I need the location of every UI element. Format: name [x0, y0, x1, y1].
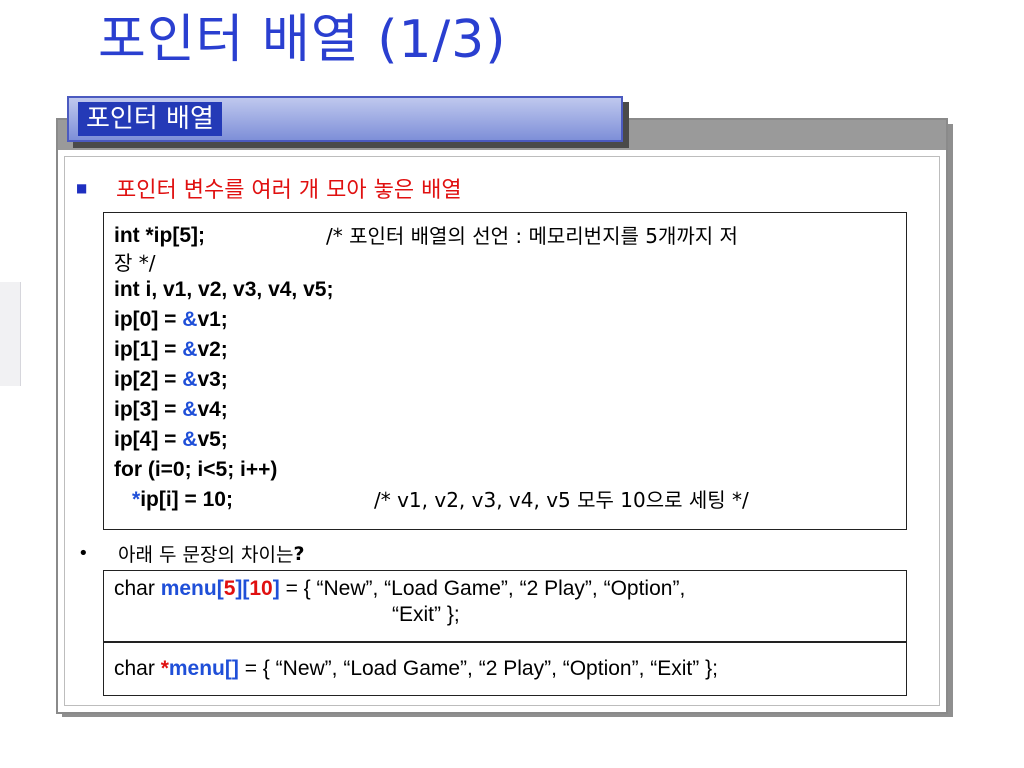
code-text: int *ip[5]; [114, 224, 205, 247]
ampersand: & [182, 398, 198, 421]
code-line-variables: int i, v1, v2, v3, v4, v5; [114, 275, 906, 305]
code-text: v5; [197, 428, 228, 451]
code-comment: /* v1, v2, v3, v4, v5 모두 10으로 세팅 */ [374, 488, 749, 512]
array-name: menu[] [168, 657, 239, 680]
array-bracket: ][ [235, 577, 250, 600]
page-title: 포인터 배열 (1/3) [98, 10, 507, 70]
bullet-pointer-array-definition: ■ 포인터 변수를 여러 개 모아 놓은 배열 [74, 172, 462, 204]
code-text: v4; [197, 398, 228, 421]
code-text: = { “New”, “Load Game”, “2 Play”, “Optio… [238, 657, 718, 680]
code-line-assign-1: ip[1] = & v2; [114, 335, 906, 365]
code-text-wrap: “Exit” }; [392, 603, 460, 626]
asterisk: * [160, 657, 169, 680]
code-text: ip[2] = [114, 368, 183, 391]
code-block: int *ip[5]; /* 포인터 배열의 선언 : 메모리번지를 5개까지 … [103, 212, 907, 530]
code-text: char [114, 657, 161, 680]
code-line-declaration: int *ip[5]; /* 포인터 배열의 선언 : 메모리번지를 5개까지 … [114, 221, 906, 251]
code-text: int i, v1, v2, v3, v4, v5; [114, 278, 334, 301]
code-comment: 장 */ [114, 251, 156, 275]
code-text: char [114, 577, 161, 600]
left-decoration [0, 282, 21, 386]
array-bracket: ] [272, 577, 280, 600]
code-text: v1; [197, 308, 228, 331]
code-line-for: for (i=0; i<5; i++) [114, 455, 906, 485]
code-line-assign-0: ip[0] = & v1; [114, 305, 906, 335]
code-text: ip[1] = [114, 338, 183, 361]
code-line-set-ten: *ip[i] = 10; /* v1, v2, v3, v4, v5 모두 10… [114, 485, 906, 515]
bullet-difference-question: • 아래 두 문장의 차이는? [74, 540, 304, 567]
ampersand: & [182, 308, 198, 331]
code-text: ip[4] = [114, 428, 183, 451]
question-mark: ? [293, 542, 305, 565]
code-text: = { “New”, “Load Game”, “2 Play”, “Optio… [279, 577, 686, 600]
dot-bullet-icon: • [78, 543, 89, 564]
code-line-assign-4: ip[4] = & v5; [114, 425, 906, 455]
code-statement: *ip[i] = 10; [114, 485, 374, 515]
ampersand: & [182, 428, 198, 451]
array-name: menu[ [160, 577, 224, 600]
code-line-assign-3: ip[3] = & v4; [114, 395, 906, 425]
bullet-text: 포인터 변수를 여러 개 모아 놓은 배열 [116, 178, 462, 203]
square-bullet-icon: ■ [76, 181, 88, 195]
asterisk: * [132, 488, 141, 511]
code-text: ip[i] = 10; [140, 488, 233, 511]
array-size-2: 10 [249, 577, 273, 600]
section-header-label: 포인터 배열 [78, 102, 222, 136]
array-size-1: 5 [223, 577, 236, 600]
bullet-text: 아래 두 문장의 차이는 [118, 544, 294, 566]
ampersand: & [182, 368, 198, 391]
ampersand: & [182, 338, 198, 361]
code-text: ip[0] = [114, 308, 183, 331]
code-line-comment-wrap: 장 */ [114, 251, 906, 275]
code-text: for (i=0; i<5; i++) [114, 458, 278, 481]
code-text: ip[3] = [114, 398, 183, 421]
code-box-2d-array: char menu[5][10] = { “New”, “Load Game”,… [103, 570, 907, 642]
code-box-pointer-array: char *menu[] = { “New”, “Load Game”, “2 … [103, 642, 907, 696]
code-text: v2; [197, 338, 228, 361]
code-comment: /* 포인터 배열의 선언 : 메모리번지를 5개까지 저 [326, 224, 738, 248]
code-line-assign-2: ip[2] = & v3; [114, 365, 906, 395]
code-text: v3; [197, 368, 228, 391]
